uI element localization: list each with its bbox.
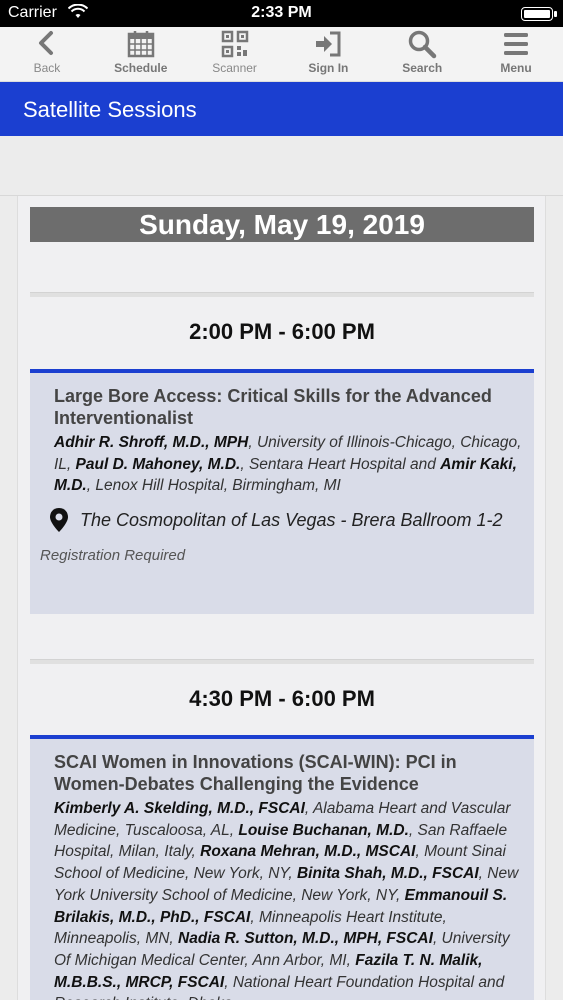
search-label: Search [402,61,443,75]
speaker-name: Nadia R. Sutton, M.D., MPH, FSCAI [178,930,433,948]
page-header: Satellite Sessions [0,82,563,136]
session-speakers: Kimberly A. Skelding, M.D., FSCAI, Alaba… [54,798,522,1000]
registration-note: Registration Required [40,547,186,565]
session-card[interactable]: SCAI Women in Innovations (SCAI-WIN): PC… [30,735,534,1000]
section-divider [30,659,534,664]
header-spacer [0,136,563,196]
hamburger-menu-icon [504,33,529,55]
session-title: SCAI Women in Innovations (SCAI-WIN): PC… [54,752,457,794]
scanner-label: Scanner [212,61,257,75]
sign-in-label: Sign In [308,61,349,75]
back-label: Back [33,61,61,75]
day-header: Sunday, May 19, 2019 [30,207,534,242]
search-icon [408,30,437,59]
session-title: Large Bore Access: Critical Skills for t… [54,386,492,428]
back-button[interactable]: Back [0,27,94,81]
back-arrow-icon [38,31,53,55]
search-button[interactable]: Search [375,27,469,81]
session-speakers: Adhir R. Shroff, M.D., MPH, University o… [54,432,522,497]
speaker-name: Kimberly A. Skelding, M.D., FSCAI [54,800,305,817]
location-text: The Cosmopolitan of Las Vegas - Brera Ba… [80,510,503,531]
session-card[interactable]: Large Bore Access: Critical Skills for t… [30,369,534,614]
menu-button[interactable]: Menu [469,27,563,81]
speaker-name: Roxana Mehran, M.D., MSCAI [200,843,416,861]
calendar-icon [127,31,154,58]
speaker-name: Paul D. Mahoney, M.D. [75,455,241,473]
schedule-button[interactable]: Schedule [94,27,188,81]
menu-label: Menu [500,61,532,75]
speaker-name: Adhir R. Shroff, M.D., MPH [54,434,249,451]
sessions-list: Sunday, May 19, 2019 2:00 PM - 6:00 PM L… [17,196,546,1000]
session-time: 4:30 PM - 6:00 PM [189,686,375,711]
page-title: Satellite Sessions [23,97,197,122]
speaker-name: Louise Buchanan, M.D. [238,821,409,839]
qr-code-icon [221,30,248,58]
sign-in-button[interactable]: Sign In [281,27,375,81]
speaker-affiliation: , Lenox Hill Hospital, Birmingham, MI [86,477,341,495]
section-divider [30,292,534,297]
status-bar: Carrier 2:33 PM [0,0,563,27]
sign-in-icon [316,31,341,57]
battery-icon [521,7,557,21]
speaker-name: Binita Shah, M.D., FSCAI [296,865,479,883]
session-location[interactable]: The Cosmopolitan of Las Vegas - Brera Ba… [48,507,522,533]
session-time: 2:00 PM - 6:00 PM [189,319,375,344]
top-toolbar: Back Schedule Scanner Sign In Search Men… [0,27,563,82]
map-pin-icon [50,508,68,533]
schedule-label: Schedule [114,61,168,75]
clock: 2:33 PM [251,4,312,21]
speaker-affiliation: , Sentara Heart Hospital and [240,455,441,473]
scanner-button[interactable]: Scanner [188,27,282,81]
